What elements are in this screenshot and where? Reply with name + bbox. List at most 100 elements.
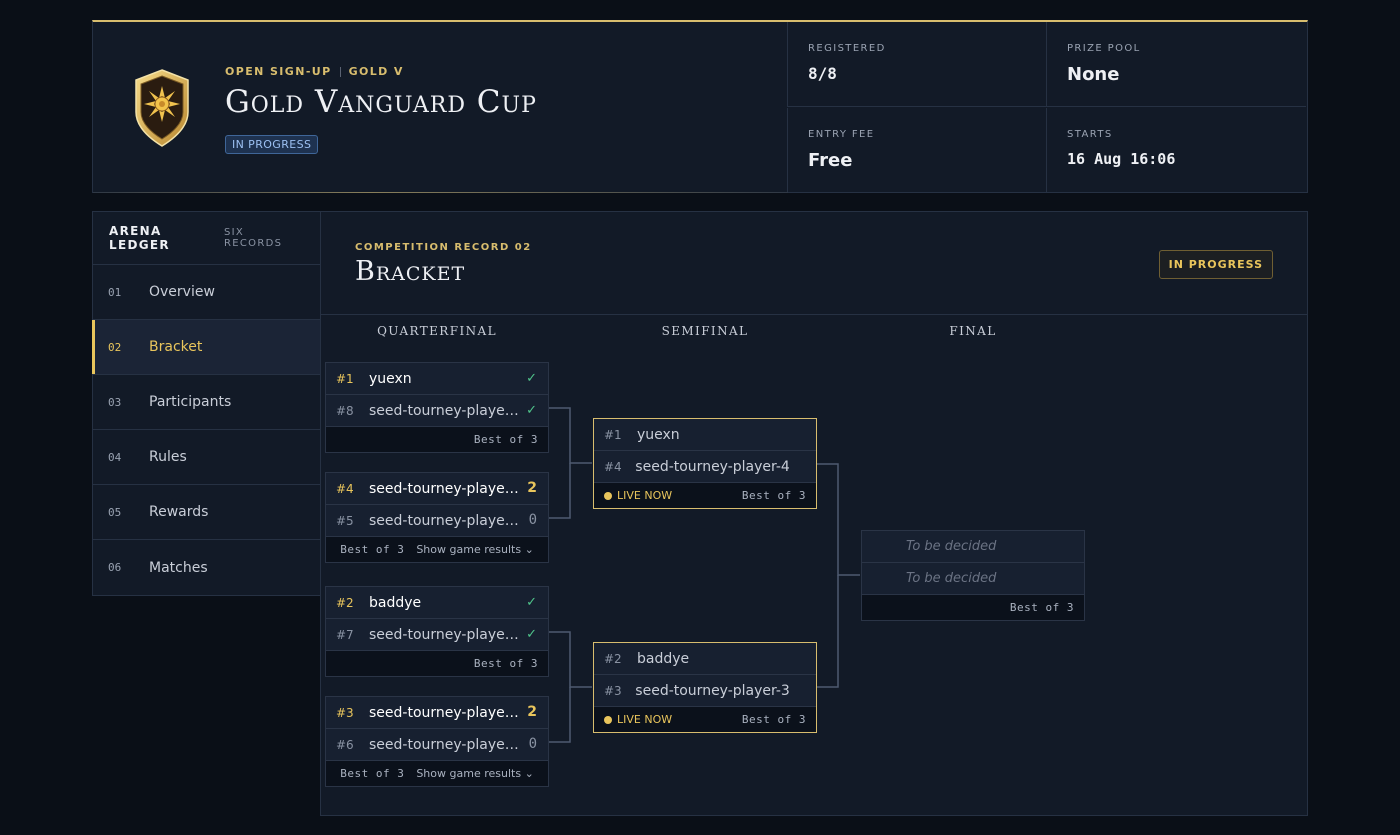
participant-name: seed-tourney-player-5 <box>369 512 519 529</box>
participant-row[interactable]: #5 seed-tourney-player-5 0 <box>326 505 548 537</box>
sidebar-item-rewards[interactable]: 05 Rewards <box>93 485 320 540</box>
best-of-label: Best of 3 <box>473 433 538 446</box>
sidebar-item-label: Bracket <box>149 339 203 355</box>
best-of-label: Best of 3 <box>340 767 405 780</box>
stat-value: 16 Aug 16:06 <box>1067 150 1176 168</box>
sidebar-item-bracket[interactable]: 02 Bracket <box>92 320 320 375</box>
seed-number: #4 <box>604 459 622 474</box>
match-card-qf3[interactable]: #2 baddye ✓ #7 seed-tourney-player-7 ✓ B… <box>325 586 549 677</box>
seed-number: #1 <box>604 427 622 442</box>
sidebar-item-rules[interactable]: 04 Rules <box>93 430 320 485</box>
sidebar-item-overview[interactable]: 01 Overview <box>93 265 320 320</box>
participant-row[interactable]: #1 yuexn <box>594 419 816 451</box>
participant-row[interactable]: To be decided <box>862 563 1084 595</box>
sidebar-item-matches[interactable]: 06 Matches <box>93 540 320 595</box>
participant-name: seed-tourney-player-3 <box>635 682 790 699</box>
participant-name: seed-tourney-player-3 <box>369 704 519 721</box>
live-label: LIVE NOW <box>617 713 673 726</box>
bracket-title: Bracket <box>355 256 466 287</box>
live-label: LIVE NOW <box>617 489 673 502</box>
participant-row[interactable]: #6 seed-tourney-player-6 0 <box>326 729 548 761</box>
tournament-stats: REGISTERED 8/8 PRIZE POOL None ENTRY FEE… <box>787 22 1308 193</box>
header-tags: OPEN SIGN-UP GOLD V <box>225 65 404 78</box>
participant-row[interactable]: #8 seed-tourney-player-8 ✓ <box>326 395 548 427</box>
participant-name: To be decided <box>906 571 997 586</box>
bracket-header: COMPETITION RECORD 02 Bracket IN PROGRES… <box>321 212 1307 315</box>
match-card-qf1[interactable]: #1 yuexn ✓ #8 seed-tourney-player-8 ✓ Be… <box>325 362 549 453</box>
sidebar-item-number: 04 <box>108 450 122 464</box>
best-of-label: Best of 3 <box>340 543 405 556</box>
check-icon: ✓ <box>526 595 537 610</box>
participant-name: seed-tourney-player-7 <box>369 626 519 643</box>
participant-row[interactable]: #4 seed-tourney-player-4 <box>594 451 816 483</box>
participant-name: seed-tourney-player-4 <box>635 458 790 475</box>
stat-value: None <box>1067 64 1120 85</box>
match-card-final[interactable]: To be decided To be decided Best of 3 <box>861 530 1085 621</box>
show-game-results-label: Show game results <box>416 767 522 780</box>
participant-row[interactable]: #3 seed-tourney-player-3 <box>594 675 816 707</box>
stat-starts: STARTS 16 Aug 16:06 <box>1046 108 1306 193</box>
stat-entry-fee: ENTRY FEE Free <box>787 108 1047 193</box>
live-dot-icon <box>604 491 612 500</box>
match-card-sf2[interactable]: #2 baddye #3 seed-tourney-player-3 LIVE … <box>593 642 817 733</box>
seed-number: #1 <box>336 371 354 386</box>
bracket-panel: COMPETITION RECORD 02 Bracket IN PROGRES… <box>320 211 1308 816</box>
show-game-results-button[interactable]: Show game results ⌄ <box>416 543 533 556</box>
live-indicator: LIVE NOW <box>604 713 672 726</box>
score: 2 <box>527 704 537 720</box>
sidebar-item-label: Overview <box>149 284 215 300</box>
check-icon: ✓ <box>526 371 537 386</box>
match-card-qf2[interactable]: #4 seed-tourney-player-4 2 #5 seed-tourn… <box>325 472 549 563</box>
participant-row[interactable]: #1 yuexn ✓ <box>326 363 548 395</box>
record-kicker: COMPETITION RECORD 02 <box>355 242 532 253</box>
score: 0 <box>528 736 537 752</box>
sidebar-item-label: Rewards <box>149 504 209 520</box>
sidebar-item-number: 02 <box>108 340 122 354</box>
match-card-qf4[interactable]: #3 seed-tourney-player-3 2 #6 seed-tourn… <box>325 696 549 787</box>
check-icon: ✓ <box>526 627 537 642</box>
seed-number: #7 <box>336 627 354 642</box>
show-game-results-button[interactable]: Show game results ⌄ <box>416 767 533 780</box>
participant-row[interactable]: #2 baddye <box>594 643 816 675</box>
match-footer: LIVE NOW Best of 3 <box>594 707 816 732</box>
tournament-header: OPEN SIGN-UP GOLD V Gold Vanguard Cup IN… <box>92 20 1308 193</box>
best-of-label: Best of 3 <box>741 489 806 502</box>
score: 0 <box>528 512 537 528</box>
stat-value: 8/8 <box>808 64 837 83</box>
round-label-final: FINAL <box>949 324 997 338</box>
seed-number: #8 <box>336 403 354 418</box>
sidebar-item-number: 05 <box>108 505 122 519</box>
seed-number: #5 <box>336 513 354 528</box>
participant-name: baddye <box>637 650 690 667</box>
match-footer: Best of 3 <box>326 427 548 452</box>
stat-label: ENTRY FEE <box>808 129 875 140</box>
seed-number: #3 <box>336 705 354 720</box>
round-label-semifinal: SEMIFINAL <box>661 324 749 338</box>
best-of-label: Best of 3 <box>473 657 538 670</box>
chevron-down-icon: ⌄ <box>524 543 534 556</box>
show-game-results-label: Show game results <box>416 543 522 556</box>
sidebar-item-label: Matches <box>149 559 208 576</box>
bracket-status-badge: IN PROGRESS <box>1158 250 1273 279</box>
participant-row[interactable]: #7 seed-tourney-player-7 ✓ <box>326 619 548 651</box>
live-indicator: LIVE NOW <box>604 489 672 502</box>
stat-label: REGISTERED <box>808 43 886 54</box>
match-footer: Best of 3 Show game results ⌄ <box>326 761 548 786</box>
participant-row[interactable]: #2 baddye ✓ <box>326 587 548 619</box>
match-card-sf1[interactable]: #1 yuexn #4 seed-tourney-player-4 LIVE N… <box>593 418 817 509</box>
stat-prize-pool: PRIZE POOL None <box>1046 22 1306 107</box>
stat-label: STARTS <box>1067 129 1113 140</box>
seed-number: #2 <box>336 595 354 610</box>
participant-name: seed-tourney-player-8 <box>369 402 519 419</box>
sidebar: ARENA LEDGER SIX RECORDS 01 Overview 02 … <box>92 211 321 596</box>
sidebar-item-participants[interactable]: 03 Participants <box>93 375 320 430</box>
participant-name: baddye <box>369 594 422 611</box>
participant-row[interactable]: #3 seed-tourney-player-3 2 <box>326 697 548 729</box>
crest-shield-icon <box>135 69 189 147</box>
score: 2 <box>527 480 537 496</box>
participant-row[interactable]: #4 seed-tourney-player-4 2 <box>326 473 548 505</box>
participant-row[interactable]: To be decided <box>862 531 1084 563</box>
stat-registered: REGISTERED 8/8 <box>787 22 1047 107</box>
signup-tag: OPEN SIGN-UP <box>225 65 332 78</box>
tier-tag: GOLD V <box>348 65 404 78</box>
